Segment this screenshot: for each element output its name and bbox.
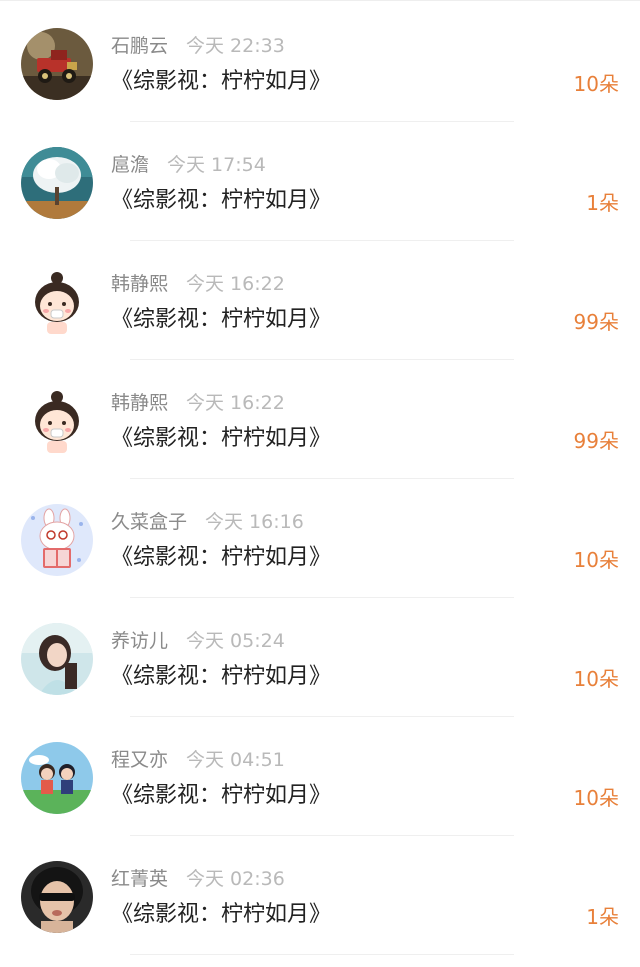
timestamp: 今天 05:24: [186, 630, 285, 652]
gift-amount: 10朵: [573, 667, 619, 691]
list-item[interactable]: 韩静熙 今天 16:22 《综影视：柠柠如月》 99朵: [0, 360, 640, 479]
anime-couple-avatar-icon[interactable]: [21, 742, 93, 814]
timestamp: 今天 16:16: [205, 511, 304, 533]
cartoon-bunny-reading-avatar-icon[interactable]: [21, 504, 93, 576]
user-name[interactable]: 石鹏云: [111, 35, 168, 57]
timestamp: 今天 02:36: [186, 868, 285, 890]
gift-amount: 10朵: [573, 548, 619, 572]
row-divider: [130, 954, 514, 955]
timestamp: 今天 04:51: [186, 749, 285, 771]
book-title[interactable]: 《综影视：柠柠如月》: [111, 542, 331, 574]
book-title[interactable]: 《综影视：柠柠如月》: [111, 899, 331, 931]
book-title[interactable]: 《综影视：柠柠如月》: [111, 66, 331, 98]
timestamp: 今天 22:33: [186, 35, 285, 57]
user-name[interactable]: 养访儿: [111, 630, 168, 652]
book-title[interactable]: 《综影视：柠柠如月》: [111, 423, 331, 455]
list-item[interactable]: 石鹏云 今天 22:33 《综影视：柠柠如月》 10朵: [0, 3, 640, 122]
user-name[interactable]: 韩静熙: [111, 392, 168, 414]
gift-record-list: 石鹏云 今天 22:33 《综影视：柠柠如月》 10朵 扈澹 今天 17:54 《综…: [0, 0, 640, 967]
white-tree-avatar-icon[interactable]: [21, 147, 93, 219]
user-name[interactable]: 程又亦: [111, 749, 168, 771]
timestamp: 今天 16:22: [186, 392, 285, 414]
cartoon-girl-avatar-icon[interactable]: [21, 385, 93, 457]
list-item[interactable]: 久菜盒子 今天 16:16 《综影视：柠柠如月》 10朵: [0, 479, 640, 598]
list-item[interactable]: 扈澹 今天 17:54 《综影视：柠柠如月》 1朵: [0, 122, 640, 241]
timestamp: 今天 16:22: [186, 273, 285, 295]
list-item[interactable]: 红菁英 今天 02:36 《综影视：柠柠如月》 1朵: [0, 836, 640, 955]
top-divider: [0, 0, 640, 1]
user-name[interactable]: 红菁英: [111, 868, 168, 890]
list-item[interactable]: 程又亦 今天 04:51 《综影视：柠柠如月》 10朵: [0, 717, 640, 836]
gift-amount: 1朵: [586, 191, 619, 215]
list-item[interactable]: 韩静熙 今天 16:22 《综影视：柠柠如月》 99朵: [0, 241, 640, 360]
vintage-car-avatar-icon[interactable]: [21, 28, 93, 100]
user-name[interactable]: 扈澹: [111, 154, 149, 176]
timestamp: 今天 17:54: [167, 154, 266, 176]
user-name[interactable]: 韩静熙: [111, 273, 168, 295]
girl-photo-avatar-icon[interactable]: [21, 623, 93, 695]
book-title[interactable]: 《综影视：柠柠如月》: [111, 304, 331, 336]
sunglasses-person-avatar-icon[interactable]: [21, 861, 93, 933]
book-title[interactable]: 《综影视：柠柠如月》: [111, 661, 331, 693]
cartoon-girl-avatar-icon[interactable]: [21, 266, 93, 338]
gift-amount: 10朵: [573, 786, 619, 810]
book-title[interactable]: 《综影视：柠柠如月》: [111, 780, 331, 812]
gift-amount: 99朵: [573, 310, 619, 334]
gift-amount: 99朵: [573, 429, 619, 453]
gift-amount: 1朵: [586, 905, 619, 929]
gift-amount: 10朵: [573, 72, 619, 96]
user-name[interactable]: 久菜盒子: [111, 511, 187, 533]
list-item[interactable]: 养访儿 今天 05:24 《综影视：柠柠如月》 10朵: [0, 598, 640, 717]
book-title[interactable]: 《综影视：柠柠如月》: [111, 185, 331, 217]
